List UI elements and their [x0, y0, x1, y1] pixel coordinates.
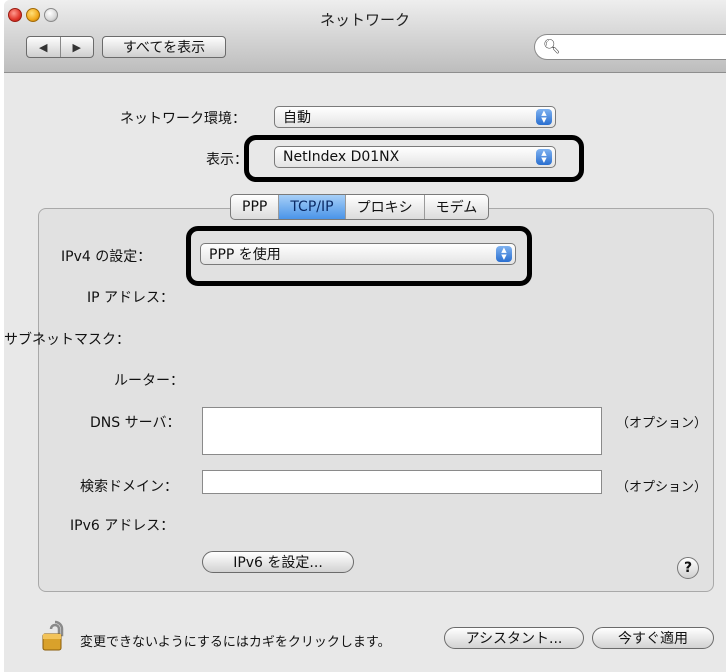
- show-value: NetIndex D01NX: [283, 149, 400, 165]
- lock-icon[interactable]: [42, 618, 68, 652]
- search-icon: 🔍︎: [543, 39, 561, 55]
- search-input[interactable]: [560, 38, 715, 56]
- search-field[interactable]: 🔍︎: [534, 34, 726, 60]
- lock-message: 変更できないようにするにはカギをクリックします。: [80, 635, 391, 650]
- show-label: 表示：: [206, 152, 248, 168]
- window-title: ネットワーク: [319, 11, 410, 29]
- popup-arrows-icon: ▲ ▼: [536, 109, 552, 125]
- tab-ppp[interactable]: PPP: [231, 195, 280, 219]
- dns-server-field[interactable]: [202, 407, 602, 455]
- subnet-mask-label: サブネットマスク：: [4, 332, 130, 348]
- popup-arrows-icon: ▲ ▼: [496, 246, 512, 262]
- tab-bar: PPP TCP/IP プロキシ モデム: [230, 194, 490, 220]
- location-value: 自動: [283, 110, 311, 126]
- tab-tcpip[interactable]: TCP/IP: [279, 195, 346, 219]
- router-label: ルーター：: [114, 373, 184, 389]
- title-bar: ネットワーク ◀ ▶ すべてを表示 🔍︎: [4, 0, 726, 73]
- ipv4-label: IPv4 の設定：: [61, 249, 152, 265]
- location-label: ネットワーク環境：: [120, 111, 246, 127]
- search-domain-field[interactable]: [202, 470, 602, 494]
- tab-modem[interactable]: モデム: [425, 195, 489, 219]
- network-preferences-window: ネットワーク ◀ ▶ すべてを表示 🔍︎ ネットワーク環境： 自動 ▲ ▼ 表示：…: [4, 0, 726, 672]
- ipv4-config-popup[interactable]: PPP を使用 ▲ ▼: [200, 243, 516, 265]
- ipv6-address-label: IPv6 アドレス：: [70, 518, 175, 534]
- help-button[interactable]: ?: [677, 557, 699, 579]
- tab-proxy[interactable]: プロキシ: [346, 195, 425, 219]
- configure-ipv6-button[interactable]: IPv6 を設定...: [202, 551, 354, 573]
- apply-now-button[interactable]: 今すぐ適用: [592, 627, 714, 649]
- ip-address-label: IP アドレス：: [87, 290, 175, 306]
- assistant-button[interactable]: アシスタント...: [444, 627, 584, 649]
- show-all-button[interactable]: すべてを表示: [102, 36, 226, 58]
- back-forward-control: ◀ ▶: [26, 36, 94, 58]
- dns-optional-label: （オプション）: [616, 416, 708, 431]
- ipv4-value: PPP を使用: [209, 247, 281, 263]
- location-popup[interactable]: 自動 ▲ ▼: [274, 106, 556, 128]
- forward-icon[interactable]: ▶: [61, 37, 94, 57]
- dns-server-label: DNS サーバ：: [90, 415, 181, 431]
- popup-arrows-icon: ▲ ▼: [536, 149, 552, 165]
- search-domain-optional-label: （オプション）: [616, 480, 708, 495]
- back-icon[interactable]: ◀: [27, 37, 61, 57]
- show-popup[interactable]: NetIndex D01NX ▲ ▼: [274, 146, 556, 168]
- search-domain-label: 検索ドメイン：: [80, 479, 178, 495]
